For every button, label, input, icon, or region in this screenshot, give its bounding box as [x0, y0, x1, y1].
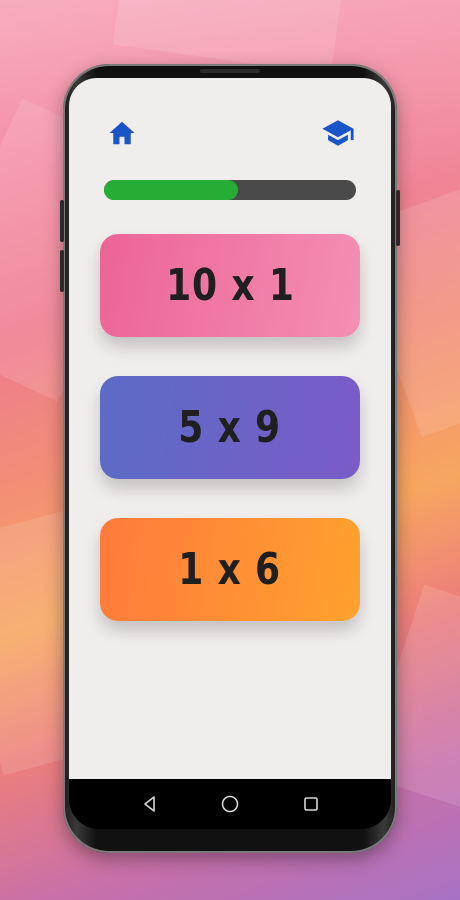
home-circle-icon [221, 795, 239, 813]
answer-card-3[interactable]: 1 x 6 [100, 518, 360, 621]
learn-button[interactable] [321, 116, 355, 150]
home-icon [109, 121, 135, 145]
nav-back-button[interactable] [139, 793, 161, 815]
answer-label: 10 x 1 [165, 260, 295, 311]
answer-card-2[interactable]: 5 x 9 [100, 376, 360, 479]
volume-button [60, 200, 64, 242]
app-screen: 10 x 1 5 x 9 1 x 6 [69, 78, 391, 779]
nav-home-button[interactable] [219, 793, 241, 815]
progress-bar [104, 180, 356, 200]
system-nav-bar [69, 779, 391, 829]
graduation-cap-icon [322, 120, 354, 146]
home-button[interactable] [105, 116, 139, 150]
answer-card-1[interactable]: 10 x 1 [100, 234, 360, 337]
progress-fill [104, 180, 238, 200]
answer-label: 1 x 6 [178, 544, 282, 595]
nav-recents-button[interactable] [300, 793, 322, 815]
earpiece-speaker [200, 69, 260, 73]
power-button [396, 190, 400, 246]
volume-button [60, 250, 64, 292]
answer-label: 5 x 9 [178, 402, 282, 453]
recents-square-icon [304, 797, 318, 811]
back-triangle-icon [144, 796, 155, 812]
